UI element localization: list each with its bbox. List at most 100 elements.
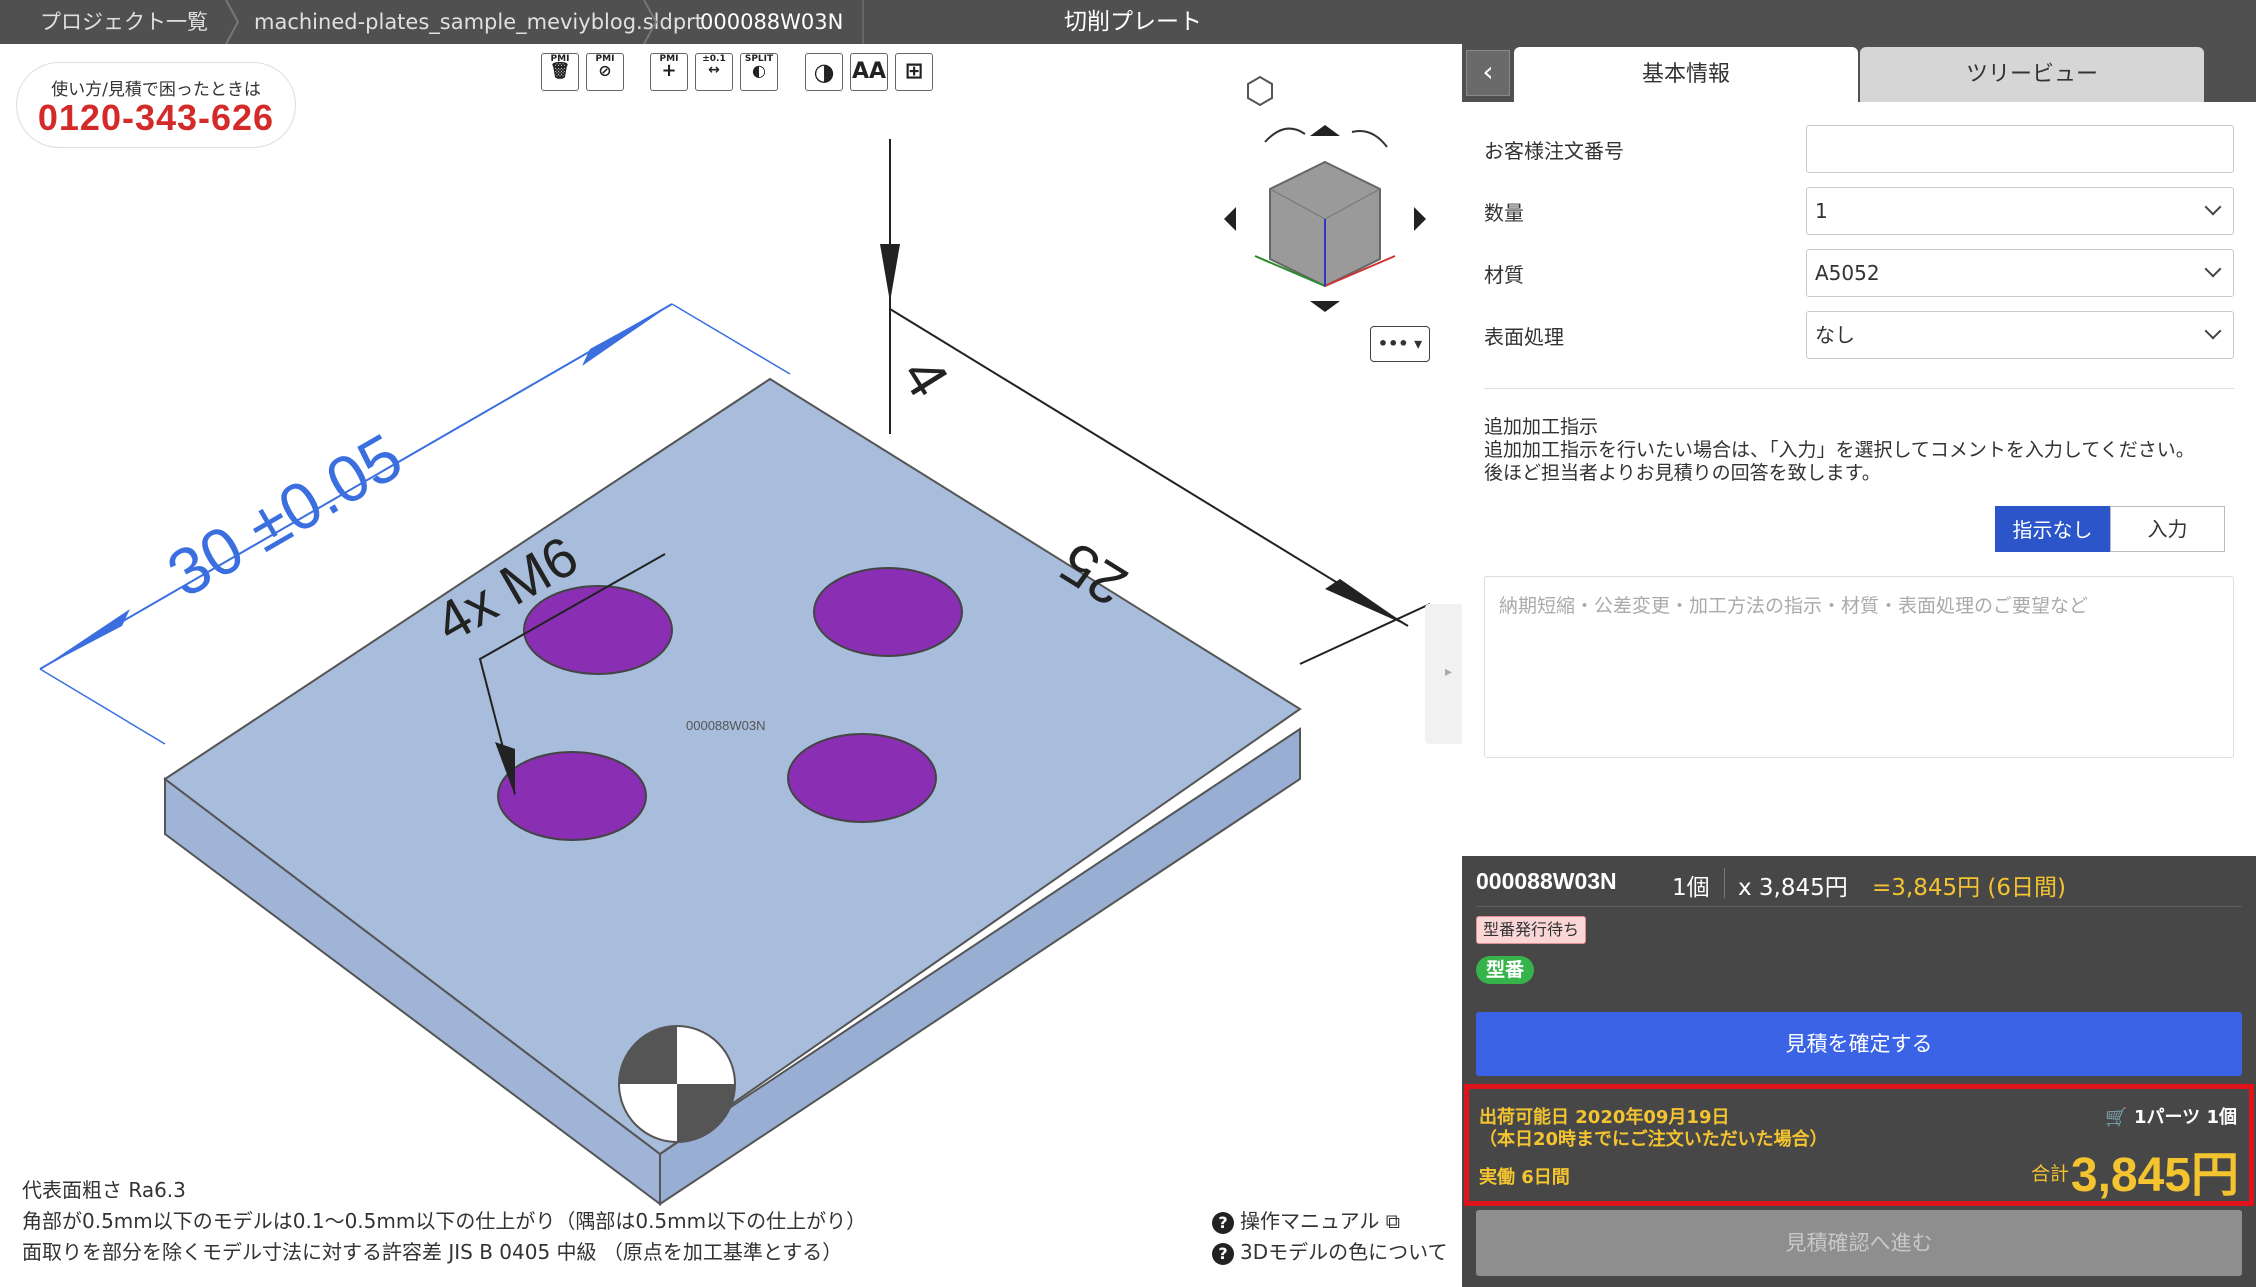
surface-value: なし (1815, 323, 1855, 347)
help-icon: ? (1212, 1212, 1234, 1234)
status-badge-model: 型番 (1476, 956, 1535, 984)
roughness-note: 代表面粗さ Ra6.3 (22, 1178, 186, 1202)
order-number-input[interactable] (1806, 125, 2234, 173)
parts-count: 1パーツ (2134, 1107, 2201, 1128)
dim-ext-left (39, 668, 166, 745)
font-size-button[interactable]: AA (850, 53, 888, 91)
cart-icon: 🛒 (2105, 1107, 2128, 1128)
qty-divider (1724, 868, 1725, 898)
top-bar: プロジェクト一覧 machined-plates_sample_meviyblo… (0, 0, 2256, 44)
collapse-panel-button[interactable]: ‹ (1466, 50, 1510, 96)
pmi-hide-button[interactable]: PMI ⊘ (586, 53, 624, 91)
surface-select[interactable]: なし (1806, 311, 2234, 359)
dim-arrow-left (40, 609, 130, 669)
status-badge-pending: 型番発行待ち (1476, 916, 1587, 944)
working-days-label: 実働 (1479, 1167, 1515, 1188)
surface-label: 表面処理 (1484, 325, 1564, 349)
chevron-down-icon (2204, 322, 2222, 340)
model-canvas[interactable]: 30 ±0.05 4x M6 4 25 000088W03N (0, 44, 1462, 1287)
more-options-button[interactable]: ••• ▾ (1370, 326, 1430, 362)
origin-icon: ◑ (813, 58, 835, 86)
view-layout-button[interactable]: ⊞ (895, 53, 933, 91)
home-view-icon[interactable] (1247, 75, 1273, 107)
rotate-right-icon[interactable] (1351, 130, 1388, 148)
material-label: 材質 (1484, 263, 1524, 287)
color-help-link[interactable]: ? 3Dモデルの色について (1212, 1236, 1448, 1265)
order-number-label: お客様注文番号 (1484, 139, 1624, 163)
material-value: A5052 (1815, 261, 1880, 285)
extra-instruction-desc: 後ほど担当者よりお見積りの回答を致します。 (1484, 462, 1881, 484)
pmi-delete-button[interactable]: PMI 🗑 (541, 53, 579, 91)
grid-view-icon: ⊞ (904, 59, 924, 84)
split-button[interactable]: SPLIT ◐ (740, 53, 778, 91)
help-icon: ? (1212, 1243, 1234, 1265)
nav-up-arrow-icon[interactable] (1310, 125, 1340, 136)
chevron-down-icon (2204, 260, 2222, 278)
manual-link[interactable]: ? 操作マニュアル ⧉ (1212, 1205, 1400, 1234)
tab-basic-info[interactable]: 基本情報 (1514, 47, 1858, 102)
breadcrumb-separator-icon (643, 0, 658, 44)
eye-off-icon: ⊘ (598, 61, 612, 80)
model-viewport[interactable]: 30 ±0.05 4x M6 4 25 000088W03N 使い方/見積で困っ… (0, 44, 1462, 1287)
part-quantity: 1個 (1672, 875, 1710, 901)
proceed-quote-button[interactable]: 見積確認へ進む (1476, 1210, 2242, 1276)
origin-button[interactable]: ◑ (805, 53, 843, 91)
cart-summary: 🛒 1パーツ 1個 (2105, 1103, 2237, 1129)
material-select[interactable]: A5052 (1806, 249, 2234, 297)
pieces-count: 1個 (2206, 1107, 2237, 1128)
comment-textarea[interactable]: 納期短縮・公差変更・加工方法の指示・材質・表面処理のご要望など (1484, 576, 2234, 758)
nav-down-arrow-icon[interactable] (1310, 301, 1340, 312)
corner-note: 角部が0.5mm以下のモデルは0.1〜0.5mm以下の仕上がり（隅部は0.5mm… (22, 1209, 867, 1233)
chevron-right-icon: ▸ (1445, 664, 1453, 680)
dim-width-arrow (1325, 579, 1408, 626)
breadcrumb-projects[interactable]: プロジェクト一覧 (40, 0, 208, 44)
pmi-add-button[interactable]: PMI + (650, 53, 688, 91)
nav-left-arrow-icon[interactable] (1224, 207, 1236, 231)
tab-tree-view[interactable]: ツリービュー (1860, 47, 2204, 102)
dimension-icon: ↔ (708, 62, 720, 78)
part-number: 000088W03N (1476, 868, 1617, 894)
tolerance-button[interactable]: ±0.1 ↔ (695, 53, 733, 91)
dim-arrow-right (582, 304, 672, 366)
window-title: 切削プレート (1064, 9, 1202, 35)
quantity-value: 1 (1815, 199, 1828, 223)
dim-height-arrow (880, 244, 900, 302)
chevron-down-icon (2204, 198, 2222, 216)
help-phone[interactable]: 0120-343-626 (17, 97, 295, 139)
external-link-icon: ⧉ (1385, 1209, 1401, 1233)
rotate-left-icon[interactable] (1264, 127, 1306, 143)
dim-length-label: 30 ±0.05 (155, 419, 414, 611)
confirm-quote-button[interactable]: 見積を確定する (1476, 1012, 2242, 1076)
hole-2 (813, 567, 963, 657)
hole-4 (787, 733, 937, 823)
instruction-input-toggle[interactable]: 入力 (2110, 506, 2225, 552)
breadcrumb-separator-icon (225, 0, 240, 44)
breadcrumb-file[interactable]: machined-plates_sample_meviyblog.sldprt (254, 0, 703, 44)
color-link-text[interactable]: 3Dモデルの色について (1240, 1240, 1448, 1264)
nav-cube[interactable] (1224, 75, 1426, 312)
part-unit-price: x 3,845円 (1738, 875, 1848, 901)
quantity-select[interactable]: 1 (1806, 187, 2234, 235)
shipping-info-box: 出荷可能日 2020年09月19日 （本日20時までにご注文いただいた場合） 実… (1464, 1084, 2254, 1206)
panel-tab-bar: ‹ 基本情報 ツリービュー (1462, 44, 2256, 102)
plus-icon: + (661, 60, 677, 81)
ship-note: （本日20時までにご注文いただいた場合） (1479, 1129, 1828, 1150)
split-icon: ◐ (752, 61, 766, 80)
nav-right-arrow-icon[interactable] (1414, 207, 1426, 231)
help-contact-box[interactable]: 使い方/見積で困ったときは 0120-343-626 (16, 62, 296, 148)
dim-ext-width (1299, 603, 1431, 665)
instruction-none-toggle[interactable]: 指示なし (1995, 506, 2110, 552)
panel-toggle-handle[interactable]: ▸ (1425, 604, 1462, 744)
part-tag-label: 000088W03N (686, 718, 766, 733)
working-days-value: 6日間 (1521, 1167, 1570, 1188)
sum-label: 合計 (2030, 1163, 2069, 1185)
more-label: ••• (1377, 334, 1409, 353)
part-line-total: =3,845円 (6日間) (1872, 875, 2067, 901)
side-panel: ‹ 基本情報 ツリービュー お客様注文番号 数量 1 材質 A5052 表面処理… (1462, 44, 2256, 856)
manual-link-text[interactable]: 操作マニュアル (1240, 1209, 1379, 1233)
trash-icon: 🗑 (549, 61, 571, 80)
quantity-label: 数量 (1484, 201, 1524, 225)
topbar-divider (862, 0, 864, 44)
font-size-icon: AA (851, 59, 887, 84)
order-summary: 000088W03N 1個 x 3,845円 =3,845円 (6日間) 型番発… (1462, 856, 2256, 1287)
